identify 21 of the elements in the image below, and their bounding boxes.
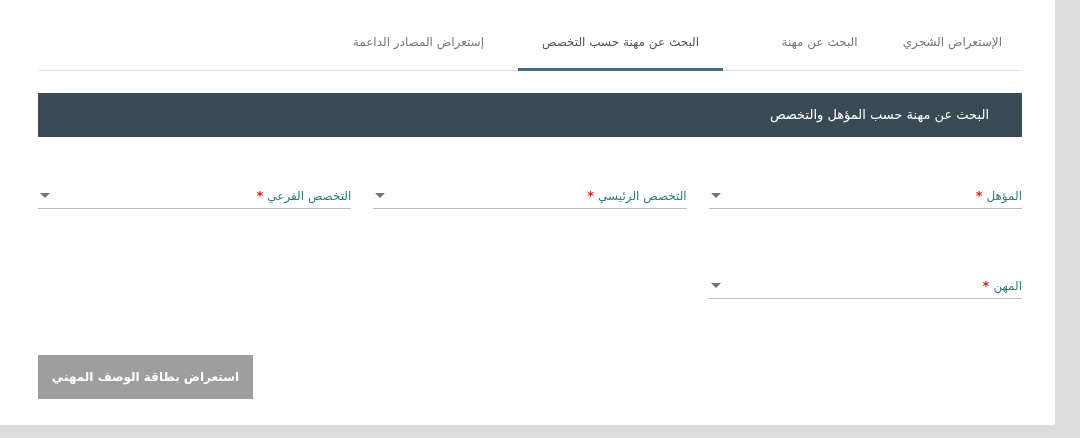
dropdown-field[interactable]: التخصص الرئيسي * (373, 175, 687, 209)
required-mark: * (587, 186, 595, 205)
required-mark: * (975, 186, 983, 205)
field-label: المؤهل (986, 187, 1022, 205)
field-label: التخصص الرئيسي (598, 187, 687, 205)
required-mark: * (982, 276, 990, 295)
tab[interactable]: البحث عن مهنة (737, 30, 902, 71)
tab[interactable]: إستعراض المصادر الداعمة (334, 30, 504, 71)
tab[interactable]: البحث عن مهنة حسب التخصص (518, 30, 723, 71)
field-label: المهن (993, 277, 1022, 295)
caret-icon (710, 193, 721, 198)
caret-icon (40, 193, 50, 198)
caret-icon (710, 283, 721, 288)
caret-icon (375, 193, 386, 198)
dropdown-field[interactable]: المؤهل * (708, 175, 1022, 209)
dropdown-field[interactable]: المهن * (708, 265, 1022, 299)
dropdown-field[interactable]: التخصص الفرعي * (38, 175, 352, 209)
required-mark: * (256, 186, 264, 205)
field-label: التخصص الفرعي (267, 187, 352, 205)
panel-title: البحث عن مهنة حسب المؤهل والتخصص (769, 106, 989, 125)
tab[interactable]: الإستعراض الشجري (902, 30, 1022, 71)
